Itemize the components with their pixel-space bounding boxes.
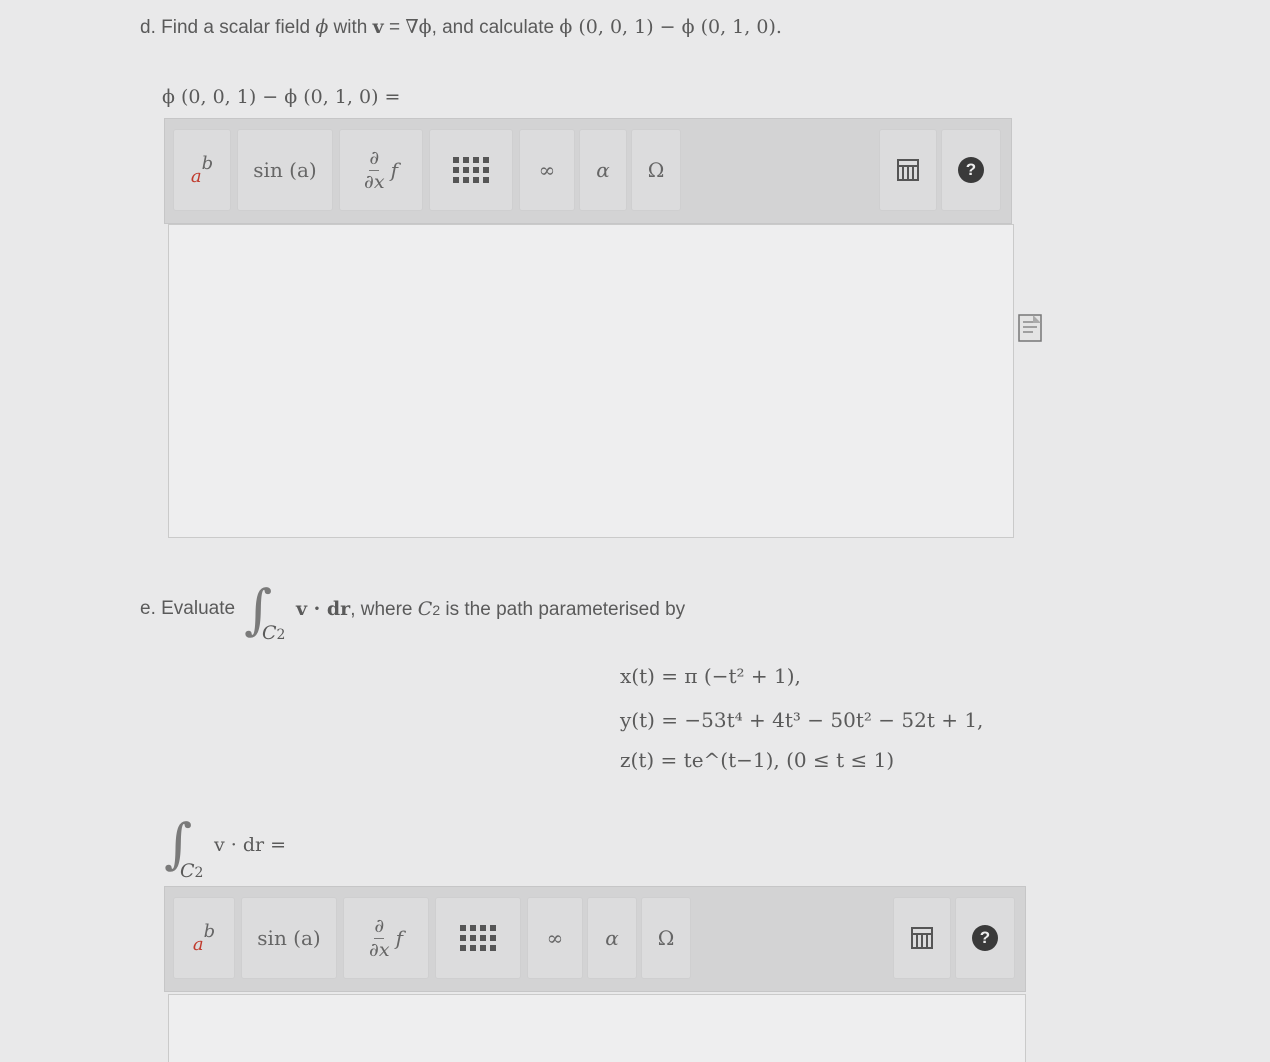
insert-button[interactable] [893, 897, 951, 979]
question-e-prefix: e. Evaluate [140, 598, 236, 619]
power-button[interactable]: ab [173, 897, 235, 979]
answer-e-label: v · dr = [214, 834, 287, 856]
partial-derivative-button[interactable]: ∂ ∂x f [339, 129, 423, 211]
help-button[interactable]: ? [955, 897, 1015, 979]
matrix-icon [453, 157, 489, 183]
sin-button[interactable]: sin (a) [241, 897, 337, 979]
answer-integral-subscript: C2 [180, 860, 204, 882]
partial-derivative-button[interactable]: ∂ ∂x f [343, 897, 429, 979]
help-icon: ? [958, 157, 984, 183]
alpha-button[interactable]: α [587, 897, 637, 979]
insert-button[interactable] [879, 129, 937, 211]
alpha-button[interactable]: α [579, 129, 627, 211]
omega-button[interactable]: Ω [631, 129, 681, 211]
help-button[interactable]: ? [941, 129, 1001, 211]
integral-subscript: C2 [262, 622, 286, 644]
z-equation: z(t) = te^(t−1), (0 ≤ t ≤ 1) [620, 748, 895, 772]
question-e-text: v · dr, where C2 is the path parameteris… [296, 598, 686, 620]
math-toolbar-d: ab sin (a) ∂ ∂x f ∞ α Ω ? [164, 118, 1012, 224]
calculator-icon [911, 927, 933, 949]
matrix-button[interactable] [429, 129, 513, 211]
matrix-icon [460, 925, 496, 951]
matrix-button[interactable] [435, 897, 521, 979]
answer-e-editor[interactable] [168, 994, 1026, 1062]
y-equation: y(t) = −53t⁴ + 4t³ − 50t² − 52t + 1, [620, 708, 984, 732]
omega-button[interactable]: Ω [641, 897, 691, 979]
infinity-button[interactable]: ∞ [527, 897, 583, 979]
power-button[interactable]: ab [173, 129, 231, 211]
document-icon[interactable] [1018, 314, 1042, 347]
help-icon: ? [972, 925, 998, 951]
answer-d-editor[interactable] [168, 224, 1014, 538]
answer-d-label: ϕ (0, 0, 1) − ϕ (0, 1, 0) = [162, 86, 401, 108]
sin-button[interactable]: sin (a) [237, 129, 333, 211]
x-equation: x(t) = π (−t² + 1), [620, 664, 801, 688]
math-toolbar-e: ab sin (a) ∂ ∂x f ∞ α Ω ? [164, 886, 1026, 992]
question-d-text: d. Find a scalar field ϕ with v = ∇ϕ, an… [140, 16, 782, 38]
infinity-button[interactable]: ∞ [519, 129, 575, 211]
calculator-icon [897, 159, 919, 181]
